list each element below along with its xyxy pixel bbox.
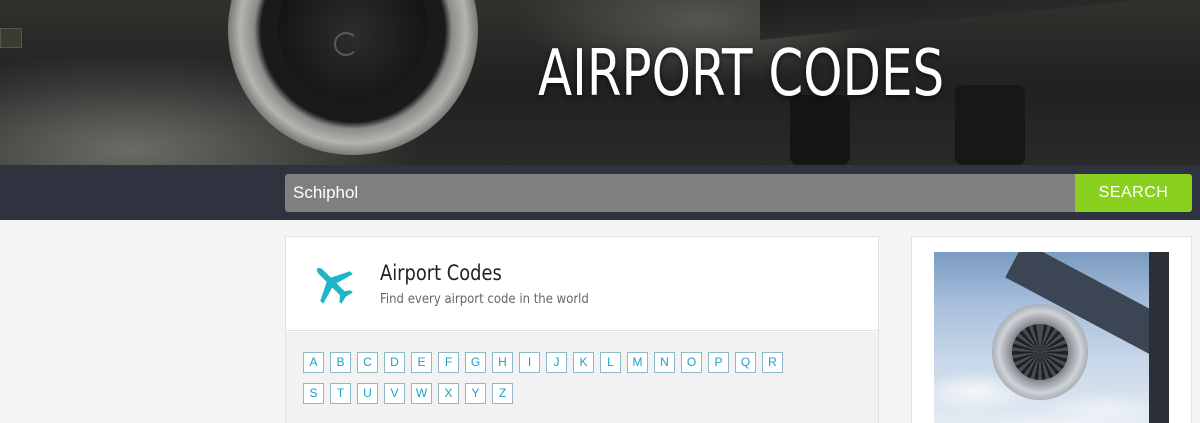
letter-link-z[interactable]: Z: [492, 383, 513, 404]
photo-window-frame: [1149, 252, 1169, 423]
letter-link-h[interactable]: H: [492, 352, 513, 373]
letter-link-f[interactable]: F: [438, 352, 459, 373]
card-title: Airport Codes: [380, 261, 502, 285]
letter-link-c[interactable]: C: [357, 352, 378, 373]
letter-link-o[interactable]: O: [681, 352, 702, 373]
letter-link-v[interactable]: V: [384, 383, 405, 404]
alphabet-index: ABCDEFGHIJKLMNOPQR STUVWXYZ: [303, 352, 873, 414]
letter-link-x[interactable]: X: [438, 383, 459, 404]
letter-link-g[interactable]: G: [465, 352, 486, 373]
letter-link-w[interactable]: W: [411, 383, 432, 404]
letter-link-r[interactable]: R: [762, 352, 783, 373]
baggage-cart: [0, 28, 22, 48]
airplane-icon: [316, 267, 353, 304]
letter-link-b[interactable]: B: [330, 352, 351, 373]
card-header: Airport Codes Find every airport code in…: [286, 237, 878, 331]
letter-link-a[interactable]: A: [303, 352, 324, 373]
search-button[interactable]: SEARCH: [1075, 174, 1192, 212]
engine-spinner: [334, 32, 358, 56]
letter-link-k[interactable]: K: [573, 352, 594, 373]
letter-link-m[interactable]: M: [627, 352, 648, 373]
letter-link-i[interactable]: I: [519, 352, 540, 373]
letter-link-y[interactable]: Y: [465, 383, 486, 404]
letter-link-n[interactable]: N: [654, 352, 675, 373]
landing-gear-rear: [955, 85, 1025, 165]
sidebar-photo[interactable]: [934, 252, 1169, 423]
airport-codes-card: Airport Codes Find every airport code in…: [285, 236, 879, 423]
hero-title: AIRPORT CODES: [538, 37, 945, 111]
letter-link-u[interactable]: U: [357, 383, 378, 404]
letter-link-l[interactable]: L: [600, 352, 621, 373]
photo-fan: [1012, 324, 1068, 380]
letter-link-t[interactable]: T: [330, 383, 351, 404]
letter-link-d[interactable]: D: [384, 352, 405, 373]
card-subtitle: Find every airport code in the world: [380, 292, 589, 307]
search-input[interactable]: [285, 174, 1075, 212]
letter-link-p[interactable]: P: [708, 352, 729, 373]
hero-banner: AIRPORT CODES: [0, 0, 1200, 165]
card-body: ABCDEFGHIJKLMNOPQR STUVWXYZ: [286, 332, 878, 423]
letter-link-j[interactable]: J: [546, 352, 567, 373]
letter-link-q[interactable]: Q: [735, 352, 756, 373]
letter-link-e[interactable]: E: [411, 352, 432, 373]
letter-link-s[interactable]: S: [303, 383, 324, 404]
